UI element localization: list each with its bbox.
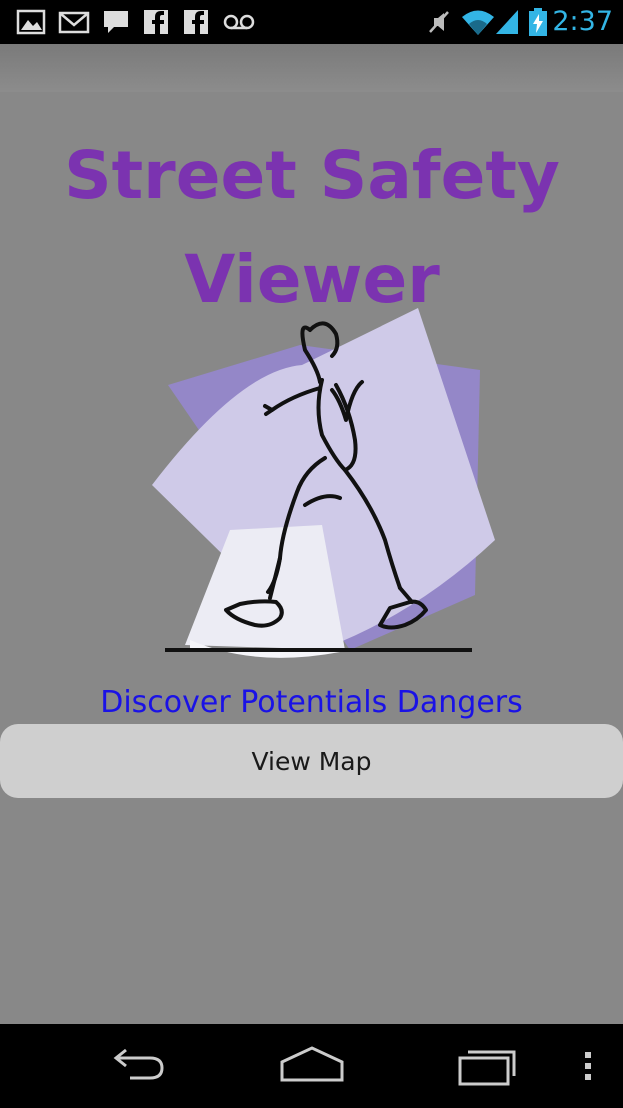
- gmail-icon: [58, 11, 90, 34]
- navigation-bar: [0, 1024, 623, 1108]
- app-logo: Street Safety Viewer: [64, 137, 560, 658]
- action-bar: [0, 44, 623, 92]
- facebook-icon: [144, 10, 168, 34]
- walker-illustration: [152, 308, 495, 658]
- app-screen: 2:37 Street Safety Viewer Discover Poten…: [0, 0, 623, 1108]
- mute-icon: [429, 11, 449, 33]
- facebook-icon: [184, 10, 208, 34]
- tagline: Discover Potentials Dangers: [100, 685, 523, 720]
- logo-title-line2: Viewer: [184, 241, 440, 318]
- battery-charging-icon: [529, 8, 547, 36]
- home-icon[interactable]: [276, 1042, 348, 1090]
- signal-icon: [496, 10, 518, 34]
- logo-title-line1: Street Safety: [64, 137, 560, 214]
- wifi-icon: [462, 10, 494, 35]
- status-bar: 2:37: [0, 0, 623, 44]
- voicemail-icon: [223, 14, 255, 30]
- clock-time: 2:37: [552, 6, 613, 37]
- overflow-menu-icon[interactable]: [578, 1042, 598, 1090]
- gallery-icon: [16, 9, 46, 35]
- chat-icon: [104, 11, 128, 33]
- view-map-button[interactable]: View Map: [0, 724, 623, 798]
- recent-apps-icon[interactable]: [452, 1042, 522, 1090]
- back-icon[interactable]: [104, 1042, 170, 1090]
